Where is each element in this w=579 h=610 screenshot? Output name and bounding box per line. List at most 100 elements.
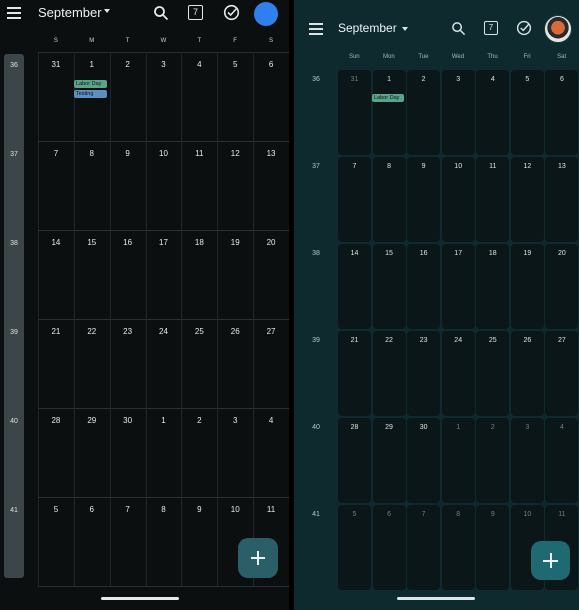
day-number[interactable]: 12 — [217, 149, 253, 158]
day-number[interactable]: 4 — [253, 416, 289, 425]
day-number[interactable]: 10 — [511, 511, 544, 518]
month-title[interactable]: September — [338, 21, 397, 35]
day-number[interactable]: 16 — [110, 238, 146, 247]
day-number[interactable]: 28 — [38, 416, 74, 425]
day-number[interactable]: 6 — [373, 511, 406, 518]
day-number[interactable]: 22 — [74, 327, 110, 336]
day-number[interactable]: 11 — [545, 511, 578, 518]
day-number[interactable]: 14 — [338, 250, 371, 257]
day-number[interactable]: 17 — [146, 238, 182, 247]
day-number[interactable]: 15 — [373, 250, 406, 257]
day-number[interactable]: 16 — [407, 250, 440, 257]
day-number[interactable]: 9 — [407, 163, 440, 170]
day-number[interactable]: 26 — [511, 337, 544, 344]
day-number[interactable]: 10 — [217, 505, 253, 514]
day-number[interactable]: 23 — [110, 327, 146, 336]
menu-icon[interactable] — [6, 5, 22, 21]
day-number[interactable]: 8 — [74, 149, 110, 158]
day-number[interactable]: 5 — [217, 60, 253, 69]
day-number[interactable]: 19 — [217, 238, 253, 247]
day-number[interactable]: 13 — [253, 149, 289, 158]
day-number[interactable]: 6 — [74, 505, 110, 514]
day-number[interactable]: 18 — [476, 250, 509, 257]
day-number[interactable]: 9 — [181, 505, 217, 514]
day-number[interactable]: 7 — [110, 505, 146, 514]
day-number[interactable]: 31 — [38, 60, 74, 69]
day-number[interactable]: 2 — [181, 416, 217, 425]
day-number[interactable]: 25 — [181, 327, 217, 336]
day-number[interactable]: 1 — [442, 424, 475, 431]
day-number[interactable]: 2 — [476, 424, 509, 431]
day-number[interactable]: 1 — [146, 416, 182, 425]
day-number[interactable]: 1 — [74, 60, 110, 69]
day-number[interactable]: 28 — [338, 424, 371, 431]
day-number[interactable]: 8 — [442, 511, 475, 518]
create-event-button[interactable] — [238, 538, 278, 578]
day-number[interactable]: 5 — [338, 511, 371, 518]
day-number[interactable]: 11 — [476, 163, 509, 170]
day-number[interactable]: 7 — [338, 163, 371, 170]
day-number[interactable]: 5 — [511, 76, 544, 83]
day-number[interactable]: 14 — [38, 238, 74, 247]
day-number[interactable]: 10 — [146, 149, 182, 158]
day-number[interactable]: 9 — [476, 511, 509, 518]
day-number[interactable]: 11 — [253, 505, 289, 514]
day-number[interactable]: 20 — [545, 250, 578, 257]
day-number[interactable]: 24 — [146, 327, 182, 336]
day-number[interactable]: 7 — [407, 511, 440, 518]
day-number[interactable]: 18 — [181, 238, 217, 247]
event-chip[interactable]: Labor Day — [372, 94, 404, 102]
day-number[interactable]: 9 — [110, 149, 146, 158]
event-chip[interactable]: Labor Day — [74, 80, 107, 88]
day-number[interactable]: 25 — [476, 337, 509, 344]
day-number[interactable]: 4 — [545, 424, 578, 431]
day-number[interactable]: 4 — [476, 76, 509, 83]
avatar[interactable] — [254, 2, 278, 26]
day-number[interactable]: 3 — [442, 76, 475, 83]
day-number[interactable]: 26 — [217, 327, 253, 336]
day-number[interactable]: 30 — [110, 416, 146, 425]
month-title[interactable]: September — [38, 5, 102, 20]
day-number[interactable]: 20 — [253, 238, 289, 247]
day-number[interactable]: 27 — [253, 327, 289, 336]
day-number[interactable]: 15 — [74, 238, 110, 247]
day-number[interactable]: 22 — [373, 337, 406, 344]
day-number[interactable]: 8 — [146, 505, 182, 514]
day-number[interactable]: 13 — [545, 163, 578, 170]
day-number[interactable]: 29 — [74, 416, 110, 425]
tasks-check-icon[interactable] — [516, 20, 532, 36]
day-number[interactable]: 6 — [545, 76, 578, 83]
day-number[interactable]: 24 — [442, 337, 475, 344]
dropdown-caret-icon[interactable] — [402, 27, 408, 31]
event-chip[interactable]: Testing — [74, 90, 107, 98]
today-calendar-icon[interactable]: 7 — [188, 5, 203, 20]
day-number[interactable]: 12 — [511, 163, 544, 170]
day-number[interactable]: 17 — [442, 250, 475, 257]
day-number[interactable]: 10 — [442, 163, 475, 170]
search-icon[interactable] — [451, 21, 466, 36]
day-number[interactable]: 8 — [373, 163, 406, 170]
search-icon[interactable] — [153, 5, 169, 21]
day-number[interactable]: 2 — [110, 60, 146, 69]
day-number[interactable]: 21 — [338, 337, 371, 344]
day-number[interactable]: 2 — [407, 76, 440, 83]
day-number[interactable]: 27 — [545, 337, 578, 344]
tasks-check-icon[interactable] — [223, 4, 240, 21]
day-number[interactable]: 11 — [181, 149, 217, 158]
day-number[interactable]: 4 — [181, 60, 217, 69]
day-number[interactable]: 3 — [511, 424, 544, 431]
day-number[interactable]: 31 — [338, 76, 371, 83]
day-number[interactable]: 1 — [373, 76, 406, 83]
day-number[interactable]: 19 — [511, 250, 544, 257]
day-number[interactable]: 3 — [146, 60, 182, 69]
create-event-button[interactable] — [531, 541, 570, 580]
dropdown-caret-icon[interactable] — [104, 9, 110, 13]
day-number[interactable]: 23 — [407, 337, 440, 344]
menu-icon[interactable] — [308, 21, 324, 37]
day-number[interactable]: 3 — [217, 416, 253, 425]
day-number[interactable]: 6 — [253, 60, 289, 69]
day-number[interactable]: 5 — [38, 505, 74, 514]
day-number[interactable]: 7 — [38, 149, 74, 158]
today-calendar-icon[interactable]: 7 — [484, 21, 498, 35]
day-number[interactable]: 21 — [38, 327, 74, 336]
